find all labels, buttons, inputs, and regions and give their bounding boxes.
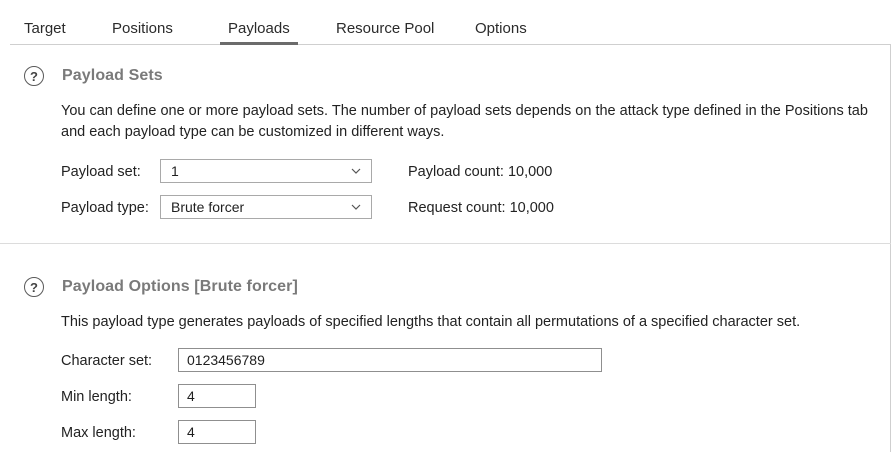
tab-target[interactable]: Target: [24, 16, 66, 42]
payload-sets-title: Payload Sets: [62, 67, 163, 84]
payload-count: Payload count: 10,000: [408, 164, 553, 180]
payload-options-description: This payload type generates payloads of …: [61, 314, 801, 330]
min-length-input[interactable]: 4: [178, 384, 256, 408]
payload-set-value: 1: [171, 163, 179, 179]
help-circle-icon[interactable]: ?: [24, 66, 44, 86]
tab-bar: Target Positions Payloads Resource Pool …: [10, 12, 891, 45]
min-length-label: Min length:: [61, 389, 132, 405]
payload-set-select[interactable]: 1: [160, 159, 372, 183]
character-set-label: Character set:: [61, 353, 153, 369]
payload-sets-description-line2: and each payload type can be customized …: [61, 124, 445, 140]
tab-positions[interactable]: Positions: [112, 16, 173, 42]
max-length-label: Max length:: [61, 425, 136, 441]
chevron-down-icon: [351, 204, 361, 210]
tab-options[interactable]: Options: [475, 16, 527, 42]
help-circle-icon[interactable]: ?: [24, 277, 44, 297]
payload-options-title: Payload Options [Brute forcer]: [62, 278, 298, 295]
payload-type-value: Brute forcer: [171, 199, 245, 215]
payload-sets-description-line1: You can define one or more payload sets.…: [61, 103, 868, 119]
payload-type-select[interactable]: Brute forcer: [160, 195, 372, 219]
payload-set-label: Payload set:: [61, 164, 141, 180]
max-length-input[interactable]: 4: [178, 420, 256, 444]
payload-type-label: Payload type:: [61, 200, 149, 216]
character-set-input[interactable]: 0123456789: [178, 348, 602, 372]
section-divider: [0, 243, 891, 244]
tab-resource-pool[interactable]: Resource Pool: [336, 16, 434, 42]
chevron-down-icon: [351, 168, 361, 174]
request-count: Request count: 10,000: [408, 200, 554, 216]
tab-payloads[interactable]: Payloads: [220, 16, 298, 45]
